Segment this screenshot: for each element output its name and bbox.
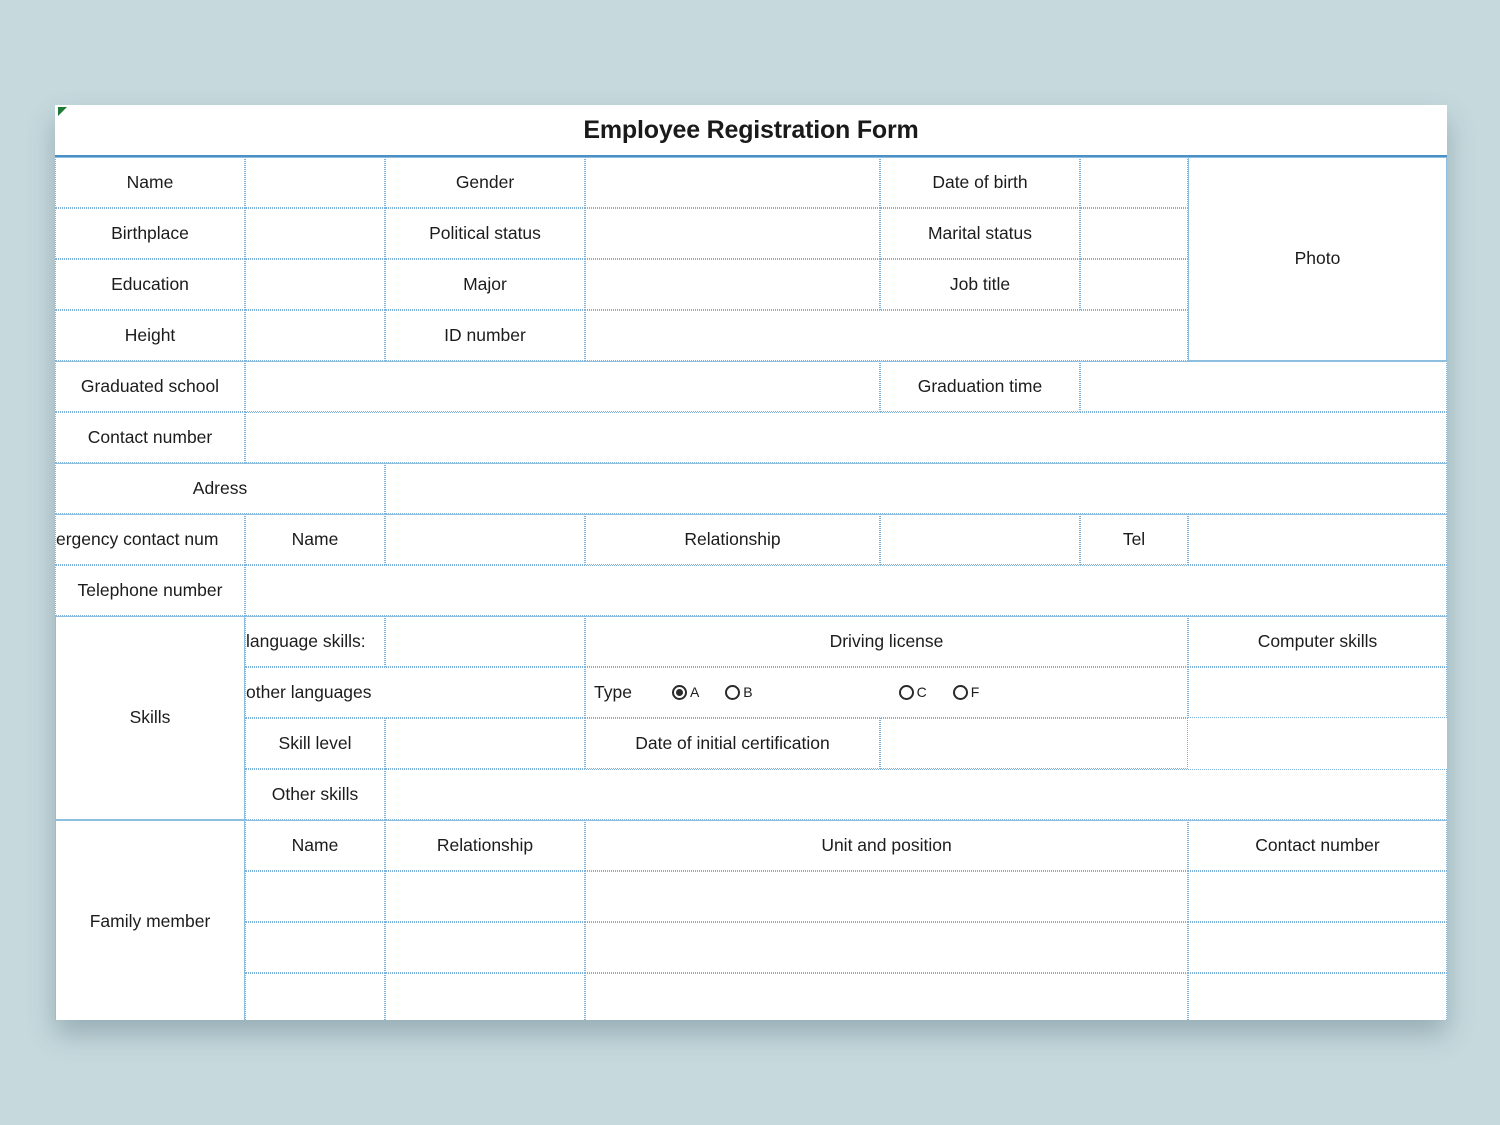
label-skill-level: Skill level [245, 718, 385, 769]
label-telephone-number: Telephone number [55, 565, 245, 616]
field-graduated-school[interactable] [245, 361, 880, 412]
comment-indicator-icon [58, 107, 67, 116]
label-date-of-birth: Date of birth [880, 157, 1080, 208]
label-computer-skills: Computer skills [1188, 616, 1447, 667]
family-row-2-name[interactable] [245, 922, 385, 973]
field-marital-status[interactable] [1080, 208, 1188, 259]
label-graduated-school: Graduated school [55, 361, 245, 412]
radio-license-type-f[interactable]: F [952, 683, 980, 700]
field-political-status[interactable] [585, 208, 880, 259]
radio-license-type-c[interactable]: C [898, 683, 927, 700]
label-marital-status: Marital status [880, 208, 1080, 259]
radio-label-a: A [689, 683, 700, 700]
family-row-2-relationship[interactable] [385, 922, 585, 973]
family-row-3-unit-and-position[interactable] [585, 973, 1188, 1020]
field-emergency-tel[interactable] [1188, 514, 1447, 565]
label-other-skills: Other skills [245, 769, 385, 820]
label-license-type: Type [594, 681, 632, 702]
label-family-member-section: Family member [55, 820, 245, 1020]
label-political-status: Political status [385, 208, 585, 259]
label-emergency-tel: Tel [1080, 514, 1188, 565]
field-graduation-time[interactable] [1080, 361, 1447, 412]
label-gender: Gender [385, 157, 585, 208]
form-title-row: Employee Registration Form [55, 105, 1447, 157]
family-header-relationship: Relationship [385, 820, 585, 871]
label-emergency-contact: ergency contact num [55, 514, 245, 565]
field-education[interactable] [245, 259, 385, 310]
driving-license-type-group[interactable]: Type A B C F [585, 667, 1188, 718]
family-row-1-contact-number[interactable] [1188, 871, 1447, 922]
family-row-2-unit-and-position[interactable] [585, 922, 1188, 973]
field-date-initial-certification[interactable] [880, 718, 1188, 769]
field-computer-skills[interactable] [1188, 667, 1447, 718]
family-row-3-name[interactable] [245, 973, 385, 1020]
family-header-name: Name [245, 820, 385, 871]
label-date-initial-certification: Date of initial certification [585, 718, 880, 769]
spreadsheet-sheet[interactable]: Employee Registration Form Name Gender D… [55, 105, 1447, 1020]
field-language-skills[interactable] [385, 616, 585, 667]
field-id-number[interactable] [585, 310, 1188, 361]
label-major: Major [385, 259, 585, 310]
field-name[interactable] [245, 157, 385, 208]
family-row-2-contact-number[interactable] [1188, 922, 1447, 973]
field-job-title[interactable] [1080, 259, 1188, 310]
radio-label-f: F [970, 683, 980, 700]
label-other-languages: other languages [245, 667, 585, 718]
label-language-skills: language skills: [245, 616, 385, 667]
field-skill-level[interactable] [385, 718, 585, 769]
radio-dot-b-icon[interactable] [725, 684, 741, 700]
family-row-1-relationship[interactable] [385, 871, 585, 922]
field-other-skills[interactable] [385, 769, 1447, 820]
field-gender[interactable] [585, 157, 880, 208]
family-header-unit-and-position: Unit and position [585, 820, 1188, 871]
label-height: Height [55, 310, 245, 361]
family-row-1-unit-and-position[interactable] [585, 871, 1188, 922]
label-birthplace: Birthplace [55, 208, 245, 259]
label-emergency-relationship: Relationship [585, 514, 880, 565]
radio-license-type-a[interactable]: A [671, 683, 700, 700]
radio-label-c: C [916, 683, 927, 700]
form-grid: Name Gender Date of birth Birthplace Pol… [55, 157, 1447, 1020]
field-contact-number[interactable] [245, 412, 1447, 463]
radio-license-type-b[interactable]: B [725, 683, 753, 700]
label-contact-number: Contact number [55, 412, 245, 463]
radio-dot-c-icon[interactable] [898, 684, 914, 700]
field-height[interactable] [245, 310, 385, 361]
field-address[interactable] [385, 463, 1447, 514]
family-row-3-contact-number[interactable] [1188, 973, 1447, 1020]
label-name: Name [55, 157, 245, 208]
label-driving-license: Driving license [585, 616, 1188, 667]
field-emergency-relationship[interactable] [880, 514, 1080, 565]
radio-label-b: B [743, 683, 753, 700]
family-header-contact-number: Contact number [1188, 820, 1447, 871]
radio-dot-f-icon[interactable] [952, 684, 968, 700]
family-row-3-relationship[interactable] [385, 973, 585, 1020]
field-emergency-name[interactable] [385, 514, 585, 565]
field-telephone-number[interactable] [245, 565, 1447, 616]
label-graduation-time: Graduation time [880, 361, 1080, 412]
label-id-number: ID number [385, 310, 585, 361]
label-education: Education [55, 259, 245, 310]
label-emergency-name: Name [245, 514, 385, 565]
family-row-1-name[interactable] [245, 871, 385, 922]
label-skills-section: Skills [55, 616, 245, 820]
label-address: Adress [55, 463, 385, 514]
field-date-of-birth[interactable] [1080, 157, 1188, 208]
page-title: Employee Registration Form [583, 115, 919, 144]
radio-dot-a-icon[interactable] [671, 684, 687, 700]
photo-placeholder[interactable]: Photo [1188, 157, 1447, 361]
field-birthplace[interactable] [245, 208, 385, 259]
field-major[interactable] [585, 259, 880, 310]
label-job-title: Job title [880, 259, 1080, 310]
